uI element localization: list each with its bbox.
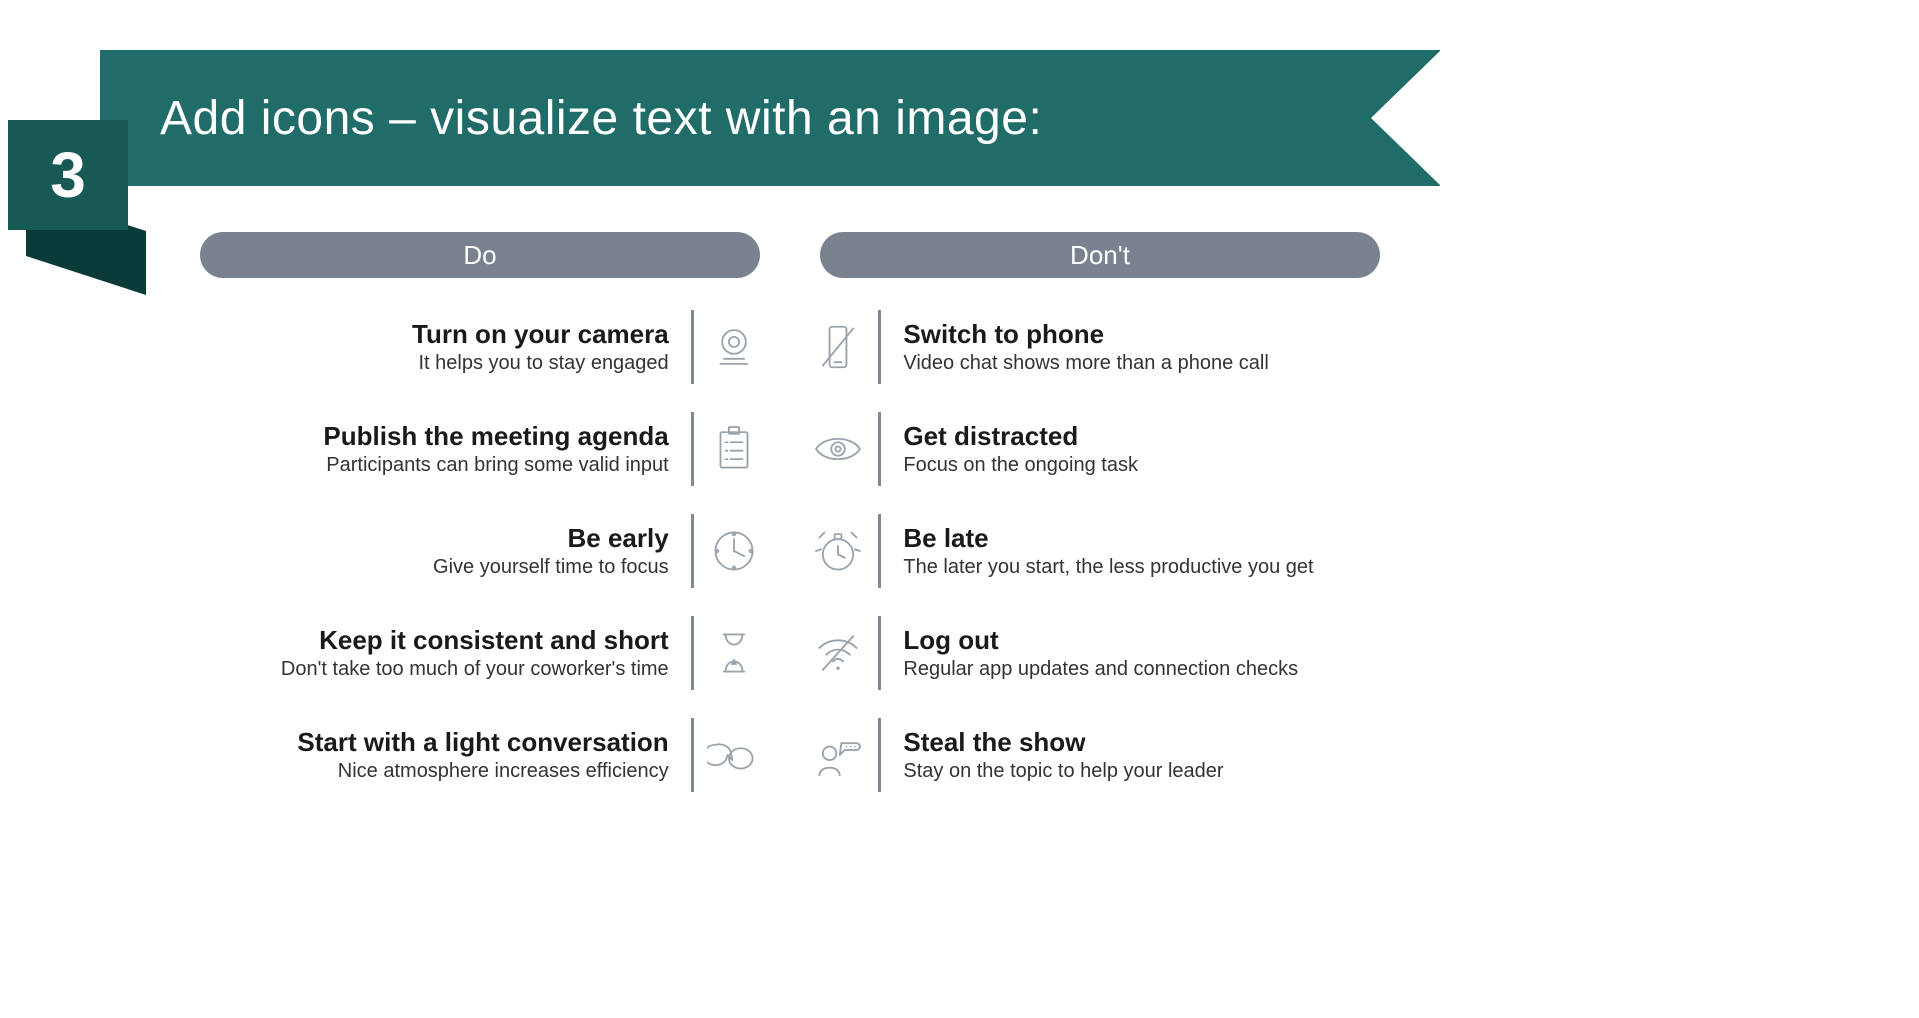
dont-text: Steal the show Stay on the topic to help… <box>881 718 1380 792</box>
dont-title: Get distracted <box>903 422 1380 451</box>
slide-number: 3 <box>8 120 128 230</box>
do-title: Keep it consistent and short <box>200 626 669 655</box>
slide-title: Add icons – visualize text with an image… <box>160 91 1042 146</box>
do-desc: Don't take too much of your coworker's t… <box>200 658 669 680</box>
no-wifi-icon <box>797 616 881 690</box>
dont-desc: Regular app updates and connection check… <box>903 658 1380 680</box>
dont-text: Log out Regular app updates and connecti… <box>881 616 1380 690</box>
dont-text: Switch to phone Video chat shows more th… <box>881 310 1380 384</box>
dont-text: Be late The later you start, the less pr… <box>881 514 1380 588</box>
do-text: Publish the meeting agenda Participants … <box>200 412 691 486</box>
do-text: Be early Give yourself time to focus <box>200 514 691 588</box>
do-desc: It helps you to stay engaged <box>200 352 669 374</box>
chat-icon <box>691 718 775 792</box>
agenda-icon <box>691 412 775 486</box>
slide: Add icons – visualize text with an image… <box>0 0 1919 1018</box>
do-text: Keep it consistent and short Don't take … <box>200 616 691 690</box>
no-phone-icon <box>797 310 881 384</box>
do-header-pill: Do <box>200 232 760 278</box>
content-grid: Turn on your camera It helps you to stay… <box>200 310 1380 820</box>
dont-title: Log out <box>903 626 1380 655</box>
do-title: Start with a light conversation <box>200 728 669 757</box>
do-text: Turn on your camera It helps you to stay… <box>200 310 691 384</box>
speaking-icon <box>797 718 881 792</box>
dont-title: Switch to phone <box>903 320 1380 349</box>
do-text: Start with a light conversation Nice atm… <box>200 718 691 792</box>
dont-desc: Video chat shows more than a phone call <box>903 352 1380 374</box>
dont-title: Be late <box>903 524 1380 553</box>
camera-icon <box>691 310 775 384</box>
hourglass-icon <box>691 616 775 690</box>
dont-header-pill: Don't <box>820 232 1380 278</box>
do-title: Be early <box>200 524 669 553</box>
clock-icon <box>691 514 775 588</box>
do-desc: Participants can bring some valid input <box>200 454 669 476</box>
list-row: Keep it consistent and short Don't take … <box>200 616 1380 690</box>
eye-icon <box>797 412 881 486</box>
do-desc: Give yourself time to focus <box>200 556 669 578</box>
title-ribbon: Add icons – visualize text with an image… <box>100 50 1440 186</box>
list-row: Start with a light conversation Nice atm… <box>200 718 1380 792</box>
dont-desc: Focus on the ongoing task <box>903 454 1380 476</box>
dont-desc: Stay on the topic to help your leader <box>903 760 1380 782</box>
list-row: Publish the meeting agenda Participants … <box>200 412 1380 486</box>
dont-desc: The later you start, the less productive… <box>903 556 1380 578</box>
do-desc: Nice atmosphere increases efficiency <box>200 760 669 782</box>
dont-text: Get distracted Focus on the ongoing task <box>881 412 1380 486</box>
do-title: Publish the meeting agenda <box>200 422 669 451</box>
list-row: Turn on your camera It helps you to stay… <box>200 310 1380 384</box>
alarm-icon <box>797 514 881 588</box>
slide-number-badge: 3 <box>8 120 128 260</box>
dont-title: Steal the show <box>903 728 1380 757</box>
list-row: Be early Give yourself time to focus Be … <box>200 514 1380 588</box>
ribbon-notch <box>1371 50 1441 186</box>
do-title: Turn on your camera <box>200 320 669 349</box>
